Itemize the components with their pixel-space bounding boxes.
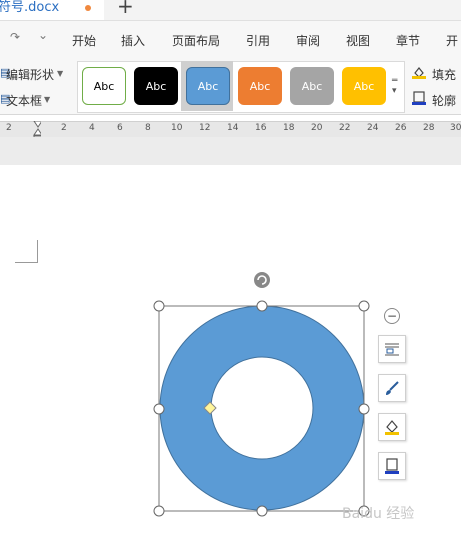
menu-reference[interactable]: 引用 — [246, 32, 270, 49]
shape-outline-button[interactable] — [378, 452, 406, 480]
menu-review[interactable]: 审阅 — [296, 32, 320, 49]
style-preset-4[interactable]: Abc — [238, 67, 282, 105]
menu-bar — [0, 21, 461, 59]
ruler-tick: 28 — [423, 123, 435, 133]
outline-button[interactable]: 轮廓 — [432, 92, 456, 109]
ruler-tick: 18 — [283, 123, 295, 133]
ruler-tick: 6 — [117, 123, 123, 133]
menu-view[interactable]: 视图 — [346, 32, 370, 49]
ruler-tick: 4 — [89, 123, 95, 133]
donut-shape[interactable] — [159, 305, 365, 511]
layout-options-icon — [385, 343, 399, 356]
resize-handle-w[interactable] — [153, 403, 165, 415]
ruler-tick: 2 — [6, 123, 12, 133]
style-preset-5[interactable]: Abc — [290, 67, 334, 105]
resize-handle-sw[interactable] — [153, 505, 165, 517]
quick-access-dropdown-icon[interactable]: ⌄ — [38, 28, 48, 42]
menu-chapter[interactable]: 章节 — [396, 32, 420, 49]
outline-pen-icon — [385, 458, 399, 474]
ruler-tick: 26 — [395, 123, 407, 133]
menu-more[interactable]: 开 — [446, 32, 458, 49]
donut-shape-selection[interactable] — [150, 268, 380, 523]
ruler-tick: 30 — [450, 123, 461, 133]
style-preset-1[interactable]: Abc — [82, 67, 126, 105]
gallery-more-icon[interactable]: ═ ▾ — [392, 76, 397, 96]
fill-button[interactable]: 填充 — [432, 66, 456, 83]
resize-handle-s[interactable] — [256, 505, 268, 517]
unsaved-indicator — [85, 5, 91, 11]
ruler-tick: 24 — [367, 123, 379, 133]
layout-options-button[interactable] — [378, 335, 406, 363]
text-box-caret-icon[interactable]: ▼ — [44, 95, 50, 104]
menu-insert[interactable]: 插入 — [121, 32, 145, 49]
horizontal-ruler: 2 2 4 6 8 10 12 14 16 18 20 22 24 26 28 … — [0, 121, 461, 138]
edit-shape-caret-icon[interactable]: ▼ — [57, 69, 63, 78]
new-tab-button[interactable]: + — [117, 0, 134, 16]
redo-icon[interactable]: ↷ — [10, 30, 20, 44]
document-tab-title[interactable]: 符号.docx — [0, 0, 59, 16]
margin-corner-mark — [15, 240, 38, 263]
document-tab[interactable]: 符号.docx — [0, 0, 104, 20]
ruler-tick: 16 — [255, 123, 267, 133]
style-preset-2[interactable]: Abc — [134, 67, 178, 105]
resize-handle-nw[interactable] — [153, 300, 165, 312]
collapse-toolbar-button[interactable]: − — [384, 308, 400, 324]
ruler-tick: 14 — [227, 123, 239, 133]
text-box-button[interactable]: 文本框 — [6, 92, 42, 109]
ruler-tick: 12 — [199, 123, 211, 133]
ruler-tick: 8 — [145, 123, 151, 133]
fill-icon — [412, 67, 426, 79]
resize-handle-ne[interactable] — [358, 300, 370, 312]
resize-handle-n[interactable] — [256, 300, 268, 312]
page-gap — [0, 137, 461, 165]
tab-bar: 符号.docx + — [0, 0, 461, 21]
menu-layout[interactable]: 页面布局 — [172, 32, 220, 49]
brush-icon — [386, 381, 399, 395]
watermark: Baidu 经验 — [342, 506, 415, 522]
menu-start[interactable]: 开始 — [72, 32, 96, 49]
style-preset-3[interactable]: Abc — [186, 67, 230, 105]
outline-icon — [412, 91, 426, 105]
rotate-handle[interactable] — [254, 272, 270, 288]
shape-fill-button[interactable] — [378, 413, 406, 441]
style-preset-6[interactable]: Abc — [342, 67, 386, 105]
ruler-tick: 10 — [171, 123, 183, 133]
ruler-tick: 2 — [61, 123, 67, 133]
shape-style-button[interactable] — [378, 374, 406, 402]
ruler-tick: 22 — [339, 123, 351, 133]
resize-handle-e[interactable] — [358, 403, 370, 415]
fill-bucket-icon — [385, 420, 399, 435]
edit-shape-button[interactable]: 编辑形状 — [6, 66, 54, 83]
ruler-tick: 20 — [311, 123, 323, 133]
